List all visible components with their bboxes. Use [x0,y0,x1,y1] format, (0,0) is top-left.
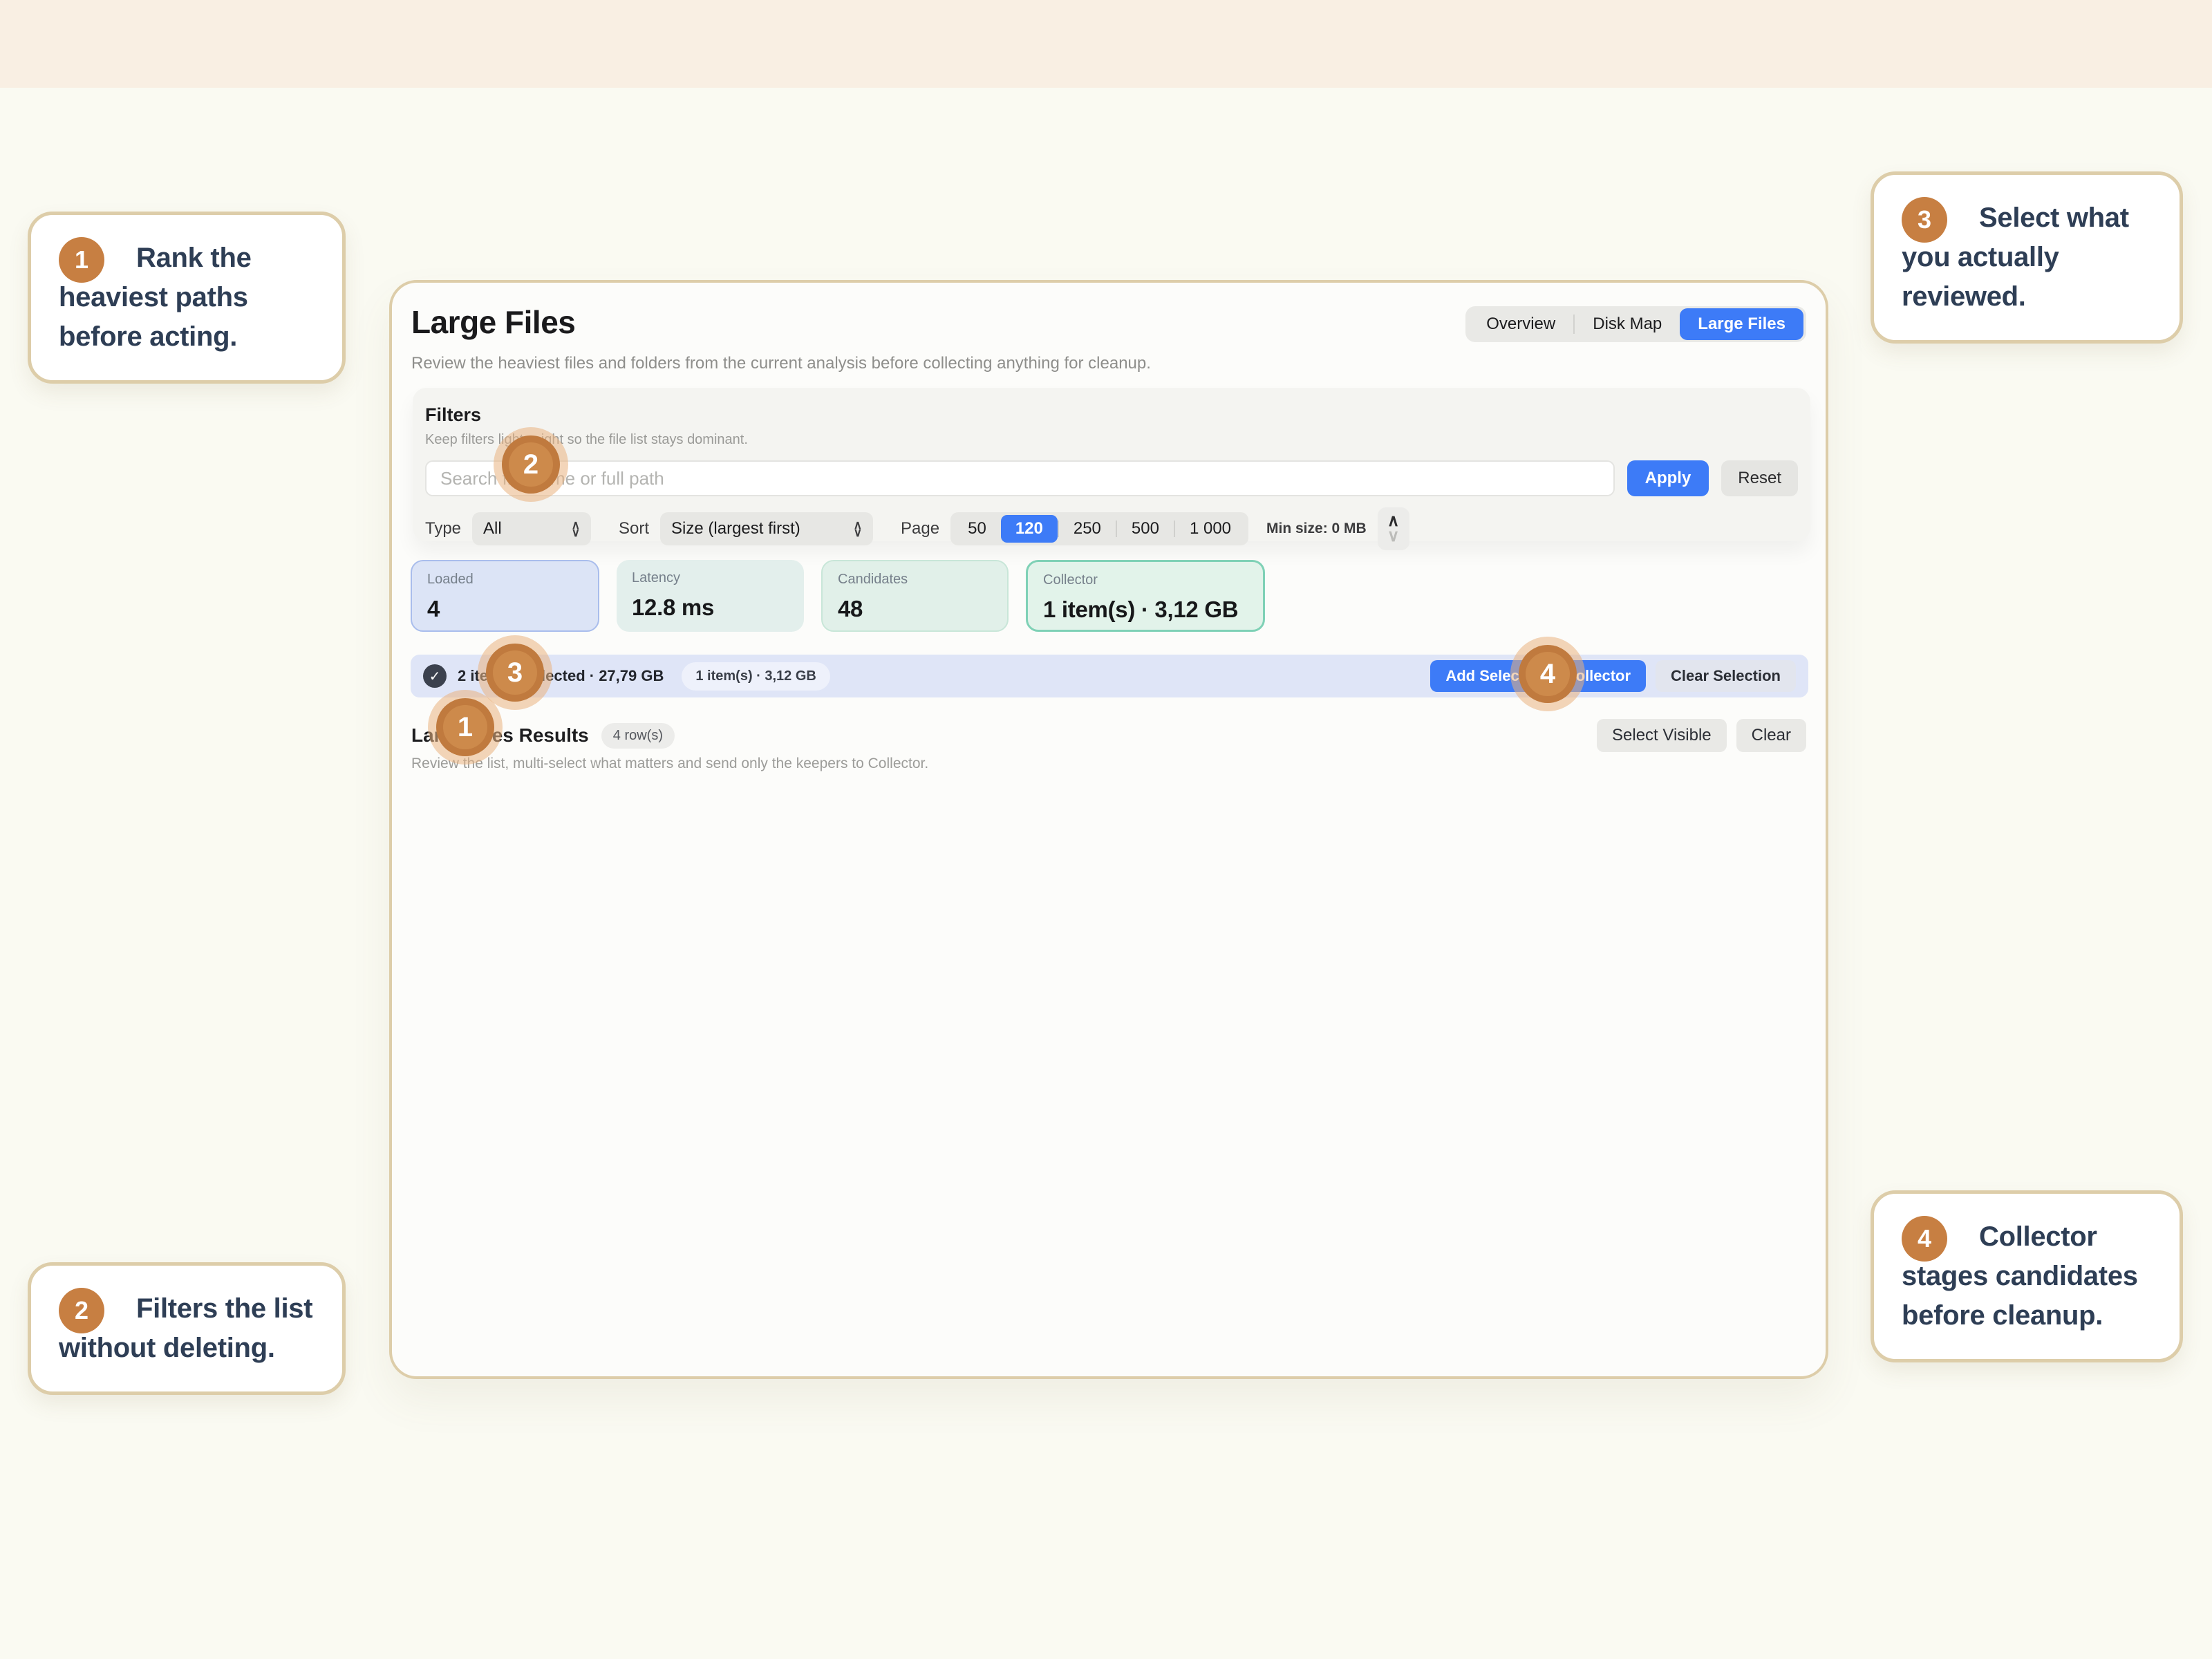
callout-4-number-badge: 4 [1902,1216,1947,1262]
page-size-segmented-control: 50 120 250 500 1 000 [950,512,1248,545]
filters-search-row: Apply Reset [425,460,1798,496]
page-size-option-500[interactable]: 500 [1117,515,1174,543]
min-size-stepper[interactable]: ∧ ∨ [1378,507,1409,550]
stat-label: Loaded [427,572,583,588]
callout-3-number-badge: 3 [1902,197,1947,243]
callout-2-number-badge: 2 [59,1288,104,1333]
type-select[interactable]: All ∧∨ [472,512,591,545]
filters-controls-row: Type All ∧∨ Sort Size (largest first) ∧∨… [425,512,1798,546]
callout-1: 1 Rank the heaviest paths before acting. [28,212,346,384]
apply-button[interactable]: Apply [1627,460,1709,496]
stat-card-candidates: Candidates 48 [821,560,1009,632]
stat-card-collector: Collector 1 item(s) · 3,12 GB [1026,560,1265,632]
stat-value: 1 item(s) · 3,12 GB [1043,597,1248,623]
stat-card-latency: Latency 12.8 ms [617,560,804,632]
stat-label: Latency [632,570,789,586]
stat-value: 4 [427,596,583,622]
overlay-marker-4: 4 [1510,637,1585,711]
check-circle-icon: ✓ [423,664,447,688]
reset-button[interactable]: Reset [1721,460,1798,496]
chevron-up-down-icon: ∧∨ [572,521,580,536]
filters-card: Filters Keep filters lightweight so the … [413,388,1810,541]
selection-bar: ✓ 2 item(s) selected · 27,79 GB 1 item(s… [411,655,1808,697]
tab-disk-map[interactable]: Disk Map [1575,308,1680,340]
search-input[interactable] [425,460,1615,496]
type-select-value: All [483,519,502,538]
stat-label: Candidates [838,572,992,588]
top-cream-band [0,0,2212,88]
tab-large-files[interactable]: Large Files [1680,308,1803,340]
callout-4: 4 Collector stages candidates before cle… [1871,1190,2183,1362]
stat-card-loaded: Loaded 4 [411,560,599,632]
stepper-down-icon[interactable]: ∨ [1387,529,1400,544]
callout-1-number-badge: 1 [59,237,104,283]
results-subtitle: Review the list, multi-select what matte… [411,756,928,772]
page-size-option-250[interactable]: 250 [1059,515,1116,543]
stat-value: 48 [838,596,992,622]
overlay-marker-2: 2 [494,427,568,502]
selection-actions: Add Selected to Collector Clear Selectio… [1430,660,1796,692]
results-header: Large Files Results 4 row(s) Select Visi… [411,718,1806,753]
callout-3: 3 Select what you actually reviewed. [1871,171,2183,344]
page-size-option-120[interactable]: 120 [1001,515,1058,543]
row-count-badge: 4 row(s) [601,723,675,749]
large-files-panel: Large Files Overview Disk Map Large File… [389,280,1828,1379]
overlay-marker-1: 1 [428,690,503,765]
panel-header: Large Files Overview Disk Map Large File… [411,303,1806,345]
tab-overview[interactable]: Overview [1468,308,1573,340]
page-size-label: Page [901,519,939,538]
stat-label: Collector [1043,572,1248,588]
type-label: Type [425,519,461,538]
sort-select[interactable]: Size (largest first) ∧∨ [660,512,873,545]
view-tab-group: Overview Disk Map Large Files [1465,306,1806,342]
sort-label: Sort [619,519,649,538]
filters-subtitle: Keep filters lightweight so the file lis… [425,432,1798,448]
collector-total-pill: 1 item(s) · 3,12 GB [682,662,830,691]
callout-2: 2 Filters the list without deleting. [28,1262,346,1395]
results-actions: Select Visible Clear [1597,719,1806,752]
min-size-label: Min size: 0 MB [1266,521,1367,537]
filters-title: Filters [425,404,1798,426]
select-visible-button[interactable]: Select Visible [1597,719,1727,752]
stats-row: Loaded 4 Latency 12.8 ms Candidates 48 C… [411,560,1265,632]
chevron-up-down-icon: ∧∨ [854,521,862,536]
clear-button[interactable]: Clear [1736,719,1806,752]
clear-selection-button[interactable]: Clear Selection [1656,660,1796,692]
page-size-option-50[interactable]: 50 [953,515,1001,543]
sort-select-value: Size (largest first) [671,519,800,538]
stat-value: 12.8 ms [632,594,789,621]
page-subtitle: Review the heaviest files and folders fr… [411,354,1151,373]
page-size-option-1000[interactable]: 1 000 [1175,515,1246,543]
